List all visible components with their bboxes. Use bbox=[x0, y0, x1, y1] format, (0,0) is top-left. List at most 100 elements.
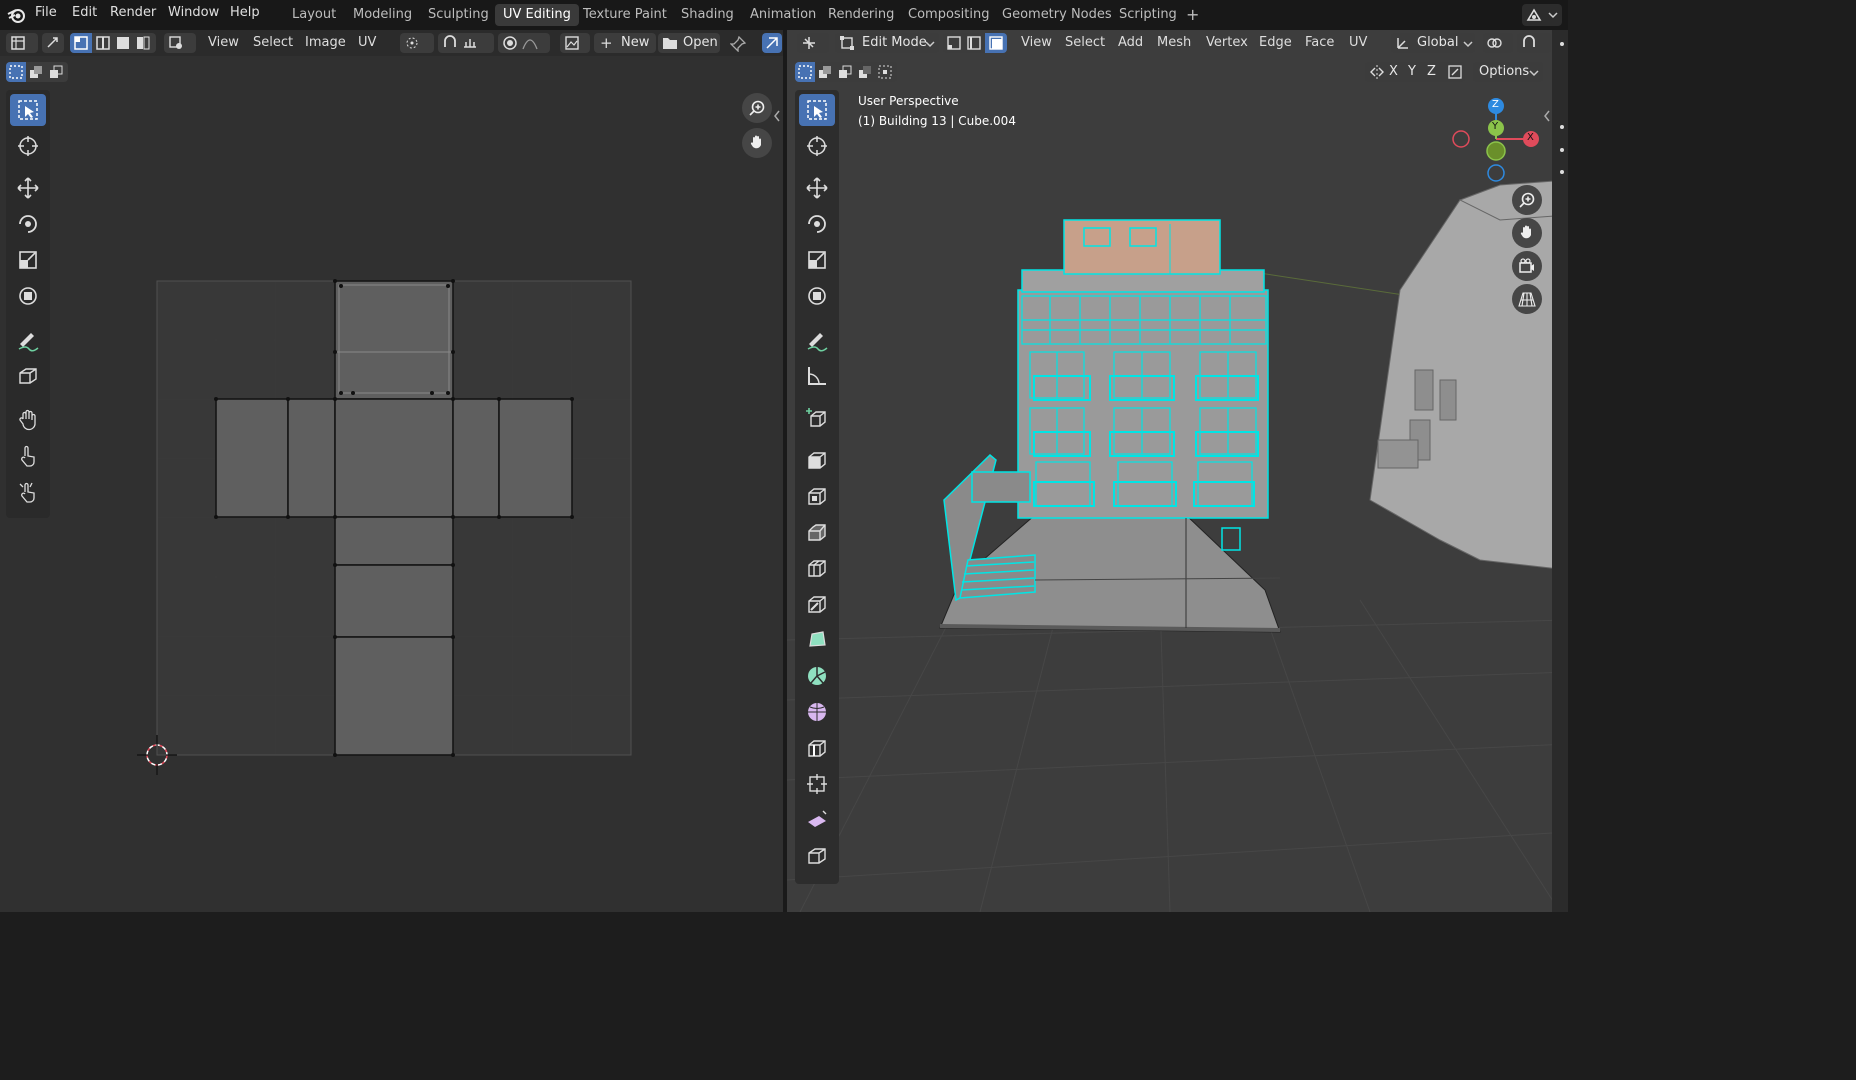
menu-dot bbox=[1560, 170, 1564, 174]
menu-render[interactable]: Render bbox=[110, 5, 156, 20]
pan-view-button[interactable] bbox=[742, 128, 772, 158]
proportional-editing-controls[interactable] bbox=[498, 33, 550, 53]
hand-pinch-icon bbox=[19, 482, 35, 503]
menu-edit[interactable]: Edit bbox=[72, 5, 97, 20]
uv-menu-select[interactable]: Select bbox=[253, 35, 293, 50]
tab-uv-editing[interactable]: UV Editing bbox=[495, 4, 579, 26]
uv-face-bottom[interactable] bbox=[334, 636, 454, 756]
tab-shading[interactable]: Shading bbox=[673, 4, 742, 26]
uv-menu-image[interactable]: Image bbox=[305, 35, 346, 50]
move-tool[interactable] bbox=[10, 172, 46, 204]
subtract-selection-icon[interactable] bbox=[49, 65, 63, 79]
uv-face-top[interactable] bbox=[334, 280, 454, 400]
tab-layout[interactable]: Layout bbox=[284, 4, 344, 26]
sticky-selection-icon bbox=[169, 36, 182, 49]
gizmo-y-label: Y bbox=[1492, 121, 1499, 132]
pin-icon[interactable] bbox=[730, 36, 746, 52]
menu-dot bbox=[1560, 148, 1564, 152]
tab-sculpting[interactable]: Sculpting bbox=[420, 4, 497, 26]
scene-icon bbox=[1526, 8, 1542, 21]
blender-logo-icon[interactable] bbox=[6, 5, 26, 29]
image-display-dropdown[interactable] bbox=[560, 33, 590, 53]
tab-rendering[interactable]: Rendering bbox=[820, 4, 902, 26]
uv-sync-active-toggle[interactable] bbox=[762, 33, 782, 53]
grid-perspective-icon bbox=[1518, 292, 1536, 307]
gizmo-z-label: Z bbox=[1492, 99, 1499, 110]
plus-icon: + bbox=[600, 34, 613, 52]
transform-tool[interactable] bbox=[10, 280, 46, 312]
scene-selector[interactable] bbox=[1522, 4, 1562, 26]
rotate-icon bbox=[19, 215, 37, 233]
uv-face-left[interactable] bbox=[215, 398, 289, 518]
uv-face-lower-1[interactable] bbox=[334, 516, 454, 566]
zoom-view-button[interactable] bbox=[742, 93, 772, 123]
new-image-button[interactable]: + New bbox=[594, 33, 656, 53]
image-icon bbox=[565, 36, 579, 50]
uv-face-lower-2[interactable] bbox=[334, 564, 454, 638]
menu-file[interactable]: File bbox=[35, 5, 57, 20]
uv-menu-uv[interactable]: UV bbox=[358, 35, 376, 50]
tab-texture-paint[interactable]: Texture Paint bbox=[575, 4, 675, 26]
add-workspace-button[interactable]: + bbox=[1178, 4, 1207, 26]
select-box-tool[interactable] bbox=[10, 94, 46, 126]
pinch-brush-tool[interactable] bbox=[10, 476, 46, 508]
sidebar-toggle-icon[interactable] bbox=[773, 110, 781, 122]
uv-editor: View Select Image UV + New Open bbox=[0, 30, 783, 912]
menu-dot bbox=[1560, 42, 1564, 46]
tab-geometry-nodes[interactable]: Geometry Nodes bbox=[994, 4, 1120, 26]
edge-mode-icon[interactable] bbox=[96, 36, 110, 50]
cursor-icon bbox=[18, 136, 38, 156]
gizmo-neg-x[interactable] bbox=[1452, 130, 1470, 148]
gizmo-neg-z[interactable] bbox=[1487, 164, 1505, 182]
uv-canvas[interactable] bbox=[100, 260, 700, 820]
stretch-display-icon bbox=[766, 37, 778, 49]
hand-relax-icon bbox=[21, 445, 35, 467]
menu-dot bbox=[1560, 125, 1564, 129]
sidebar-toggle-icon[interactable] bbox=[1543, 110, 1551, 122]
zoom-view-button[interactable] bbox=[1512, 185, 1542, 215]
face-mode-icon[interactable] bbox=[116, 36, 130, 50]
rip-region-icon bbox=[19, 368, 37, 384]
pan-view-button[interactable] bbox=[1512, 218, 1542, 248]
zoom-icon bbox=[749, 100, 765, 116]
pivot-icon bbox=[406, 37, 418, 49]
grab-brush-tool[interactable] bbox=[10, 404, 46, 436]
sync-selection-toggle[interactable] bbox=[42, 33, 64, 53]
uv-face-center[interactable] bbox=[334, 398, 454, 518]
tab-scripting[interactable]: Scripting bbox=[1111, 4, 1185, 26]
tab-modeling[interactable]: Modeling bbox=[345, 4, 420, 26]
annotate-tool[interactable] bbox=[10, 324, 46, 356]
chevron-down-icon bbox=[1548, 12, 1558, 19]
tab-compositing[interactable]: Compositing bbox=[900, 4, 998, 26]
top-bar: File Edit Render Window Help Layout Mode… bbox=[0, 0, 1568, 30]
tab-animation[interactable]: Animation bbox=[742, 4, 824, 26]
menu-help[interactable]: Help bbox=[230, 5, 260, 20]
perspective-toggle-button[interactable] bbox=[1512, 284, 1542, 314]
rip-region-tool[interactable] bbox=[10, 360, 46, 392]
editor-type-button[interactable] bbox=[6, 33, 38, 53]
pivot-point-dropdown[interactable] bbox=[400, 33, 434, 53]
gizmo-neg-y[interactable] bbox=[1486, 141, 1506, 161]
scale-tool[interactable] bbox=[10, 244, 46, 276]
uv-face-right[interactable] bbox=[498, 398, 573, 518]
open-image-label: Open bbox=[683, 35, 718, 50]
menu-window[interactable]: Window bbox=[168, 5, 219, 20]
rotate-tool[interactable] bbox=[10, 208, 46, 240]
select-box-icon bbox=[18, 100, 38, 120]
uv-selection-mode-row bbox=[6, 62, 68, 82]
uv-menu-view[interactable]: View bbox=[208, 35, 239, 50]
cursor-tool[interactable] bbox=[10, 130, 46, 162]
sync-icon bbox=[47, 37, 58, 48]
island-mode-icon[interactable] bbox=[136, 36, 150, 50]
extend-selection-icon[interactable] bbox=[29, 65, 43, 79]
uv-face-right-inner[interactable] bbox=[452, 398, 500, 518]
image-editor-icon bbox=[11, 36, 25, 50]
camera-icon bbox=[1519, 258, 1534, 273]
relax-brush-tool[interactable] bbox=[10, 440, 46, 472]
open-image-button[interactable]: Open bbox=[658, 33, 720, 53]
properties-panel-edge bbox=[1552, 30, 1568, 912]
uv-face-left-inner[interactable] bbox=[287, 398, 336, 518]
snapping-controls[interactable] bbox=[438, 33, 494, 53]
sticky-selection-dropdown[interactable] bbox=[164, 33, 196, 53]
camera-view-button[interactable] bbox=[1512, 251, 1542, 281]
